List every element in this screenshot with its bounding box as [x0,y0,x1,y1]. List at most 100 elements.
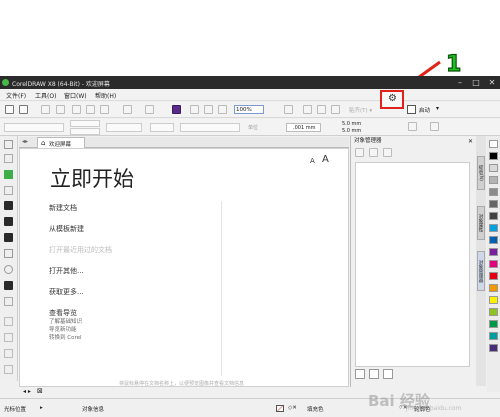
play-tool-icon[interactable] [4,170,13,179]
pick-tool-icon[interactable] [4,140,13,149]
paper-size-field[interactable] [4,123,64,132]
object-list-pane[interactable] [355,162,470,367]
switch-to-corel-link[interactable]: 转换到 Corel [49,333,82,341]
freehand-tool-icon[interactable] [4,217,13,226]
docker-close-button[interactable]: ✕ [468,137,473,146]
palette-swatch[interactable] [489,212,498,220]
polygon-tool-icon[interactable] [4,281,13,290]
palette-swatch[interactable] [489,260,498,268]
text-tool-icon[interactable] [4,297,13,306]
vtab-hints[interactable]: 提示(N) [477,156,485,190]
eyedropper-tool-icon[interactable] [4,349,13,358]
fill-color-swatch[interactable] [276,405,284,412]
palette-swatch[interactable] [489,164,498,172]
full-screen-icon[interactable] [284,105,293,114]
palette-swatch[interactable] [489,332,498,340]
vtab-object-properties[interactable]: 对象属性 [477,206,485,240]
shape-tool-icon[interactable] [4,154,13,163]
rectangle-tool-icon[interactable] [4,249,13,258]
layer-manager-view-icon[interactable] [383,148,392,157]
chevron-down-icon[interactable]: ▾ [436,105,439,112]
save-icon[interactable] [41,105,50,114]
new-document-link[interactable]: 新建文档 [49,203,77,213]
open-recent-link: 打开最近用过的文档 [49,246,112,254]
palette-swatch[interactable] [489,248,498,256]
palette-swatch[interactable] [489,188,498,196]
close-button[interactable]: ✕ [484,76,500,89]
copy-icon[interactable] [86,105,95,114]
artistic-media-tool-icon[interactable] [4,233,13,242]
palette-swatch[interactable] [489,236,498,244]
maximize-button[interactable]: □ [468,76,484,89]
new-document-icon[interactable] [5,105,14,114]
delete-layer-icon[interactable] [383,369,393,379]
print-icon[interactable] [56,105,65,114]
zoom-level-select[interactable]: 100% [234,105,264,114]
palette-swatch[interactable] [489,284,498,292]
menu-file[interactable]: 文件(F) [6,91,26,100]
palette-swatch[interactable] [489,296,498,304]
grid-icon[interactable] [317,105,326,114]
menu-tools[interactable]: 工具(O) [35,91,56,100]
options-gear-button[interactable]: ⚙ [380,90,404,109]
page-height-field[interactable] [70,128,100,135]
tab-welcome-screen[interactable]: ⌂ 欢迎屏幕 [37,137,85,148]
add-page-tab-icon[interactable]: ⊠ [37,387,43,395]
new-master-layer-icon[interactable] [369,369,379,379]
get-more-link[interactable]: 获取更多... [49,287,84,297]
palette-swatch[interactable] [489,152,498,160]
application-launcher-icon[interactable] [407,105,416,114]
vtab-object-manager[interactable]: 对象管理器 [477,251,485,291]
crop-tool-icon[interactable] [4,186,13,195]
fill-tool-icon[interactable] [4,365,13,374]
export-icon[interactable] [204,105,213,114]
tab-scroll-arrows-icon[interactable]: ◂▸ [22,138,28,145]
show-object-properties-icon[interactable] [355,148,364,157]
units-toggle-icon[interactable] [408,122,417,131]
learn-basics-link[interactable]: 了解基础知识 [49,317,82,325]
new-from-template-link[interactable]: 从模板新建 [49,224,84,234]
paste-icon[interactable] [100,105,109,114]
duplicate-y-distance[interactable]: 5.0 mm [342,128,361,134]
font-decrease-button[interactable]: A [310,157,315,165]
duplicate-x-distance[interactable]: 5.0 mm [342,121,361,127]
new-layer-icon[interactable] [355,369,365,379]
page-width-field[interactable] [70,120,100,127]
open-folder-icon[interactable] [19,105,28,114]
shadow-tool-icon[interactable] [4,333,13,342]
import-icon[interactable] [190,105,199,114]
palette-swatch[interactable] [489,200,498,208]
minimize-button[interactable]: – [452,76,468,89]
guidelines-icon[interactable] [331,105,340,114]
add-page-icon[interactable] [430,122,439,131]
connector-tool-icon[interactable] [4,317,13,326]
page-nav-arrows-icon[interactable]: ◂ ▸ [23,388,31,395]
all-pages-field[interactable] [180,123,240,132]
search-content-icon[interactable] [172,105,181,114]
publish-pdf-icon[interactable] [218,105,227,114]
page-layout-field[interactable] [150,123,174,132]
edit-across-layers-icon[interactable] [369,148,378,157]
menu-help[interactable]: 帮助(H) [95,91,116,100]
new-features-link[interactable]: 导览新功能 [49,325,77,333]
palette-swatch[interactable] [489,344,498,352]
snap-to-dropdown[interactable]: 贴齐(T) ▾ [349,106,372,114]
menu-window[interactable]: 窗口(W) [64,91,87,100]
palette-swatch[interactable] [489,224,498,232]
zoom-tool-icon[interactable] [4,201,13,210]
orientation-field[interactable] [106,123,142,132]
palette-swatch[interactable] [489,320,498,328]
redo-icon[interactable] [145,105,154,114]
font-increase-button[interactable]: A [322,154,329,165]
ellipse-tool-icon[interactable] [4,265,13,274]
palette-swatch[interactable] [489,308,498,316]
palette-swatch[interactable] [489,272,498,280]
open-other-link[interactable]: 打开其他... [49,266,84,276]
undo-icon[interactable] [123,105,132,114]
launch-dropdown[interactable]: 启动 [419,106,430,114]
palette-swatch[interactable] [489,140,498,148]
nudge-distance-input[interactable]: .001 mm [286,123,321,132]
palette-swatch[interactable] [489,176,498,184]
cut-icon[interactable] [72,105,81,114]
rulers-icon[interactable] [303,105,312,114]
